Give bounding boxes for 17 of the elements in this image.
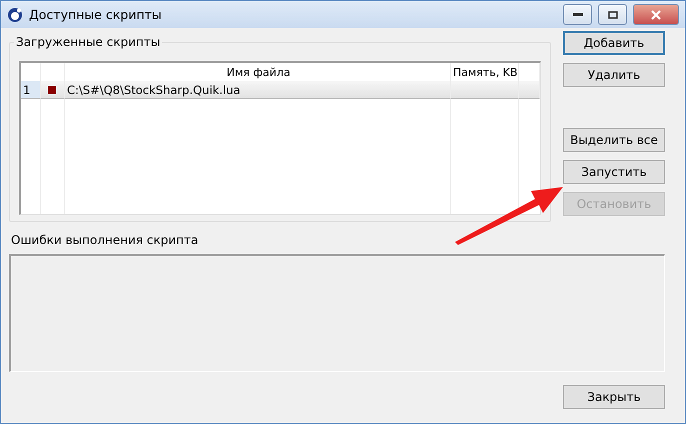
table-cell: C:\S#\Q8\StockSharp.Quik.lua [65, 81, 451, 99]
minimize-button[interactable] [563, 4, 592, 25]
action-button[interactable]: Добавить [563, 31, 665, 55]
group-title: Загруженные скрипты [14, 35, 162, 49]
maximize-button[interactable] [598, 4, 627, 25]
action-button[interactable]: Выделить все [563, 128, 665, 152]
minimize-icon [572, 12, 582, 16]
maximize-icon [608, 10, 618, 18]
row-number: 1 [21, 81, 41, 99]
close-window-button[interactable] [633, 4, 679, 25]
action-button[interactable]: Запустить [563, 160, 665, 184]
section-title: Ошибки выполнения скрипта [11, 233, 200, 247]
window-title: Доступные скрипты [29, 7, 163, 22]
app-icon [7, 6, 23, 22]
close-icon [651, 10, 661, 20]
close-button[interactable]: Закрыть [563, 385, 665, 409]
action-button[interactable]: Удалить [563, 63, 665, 87]
